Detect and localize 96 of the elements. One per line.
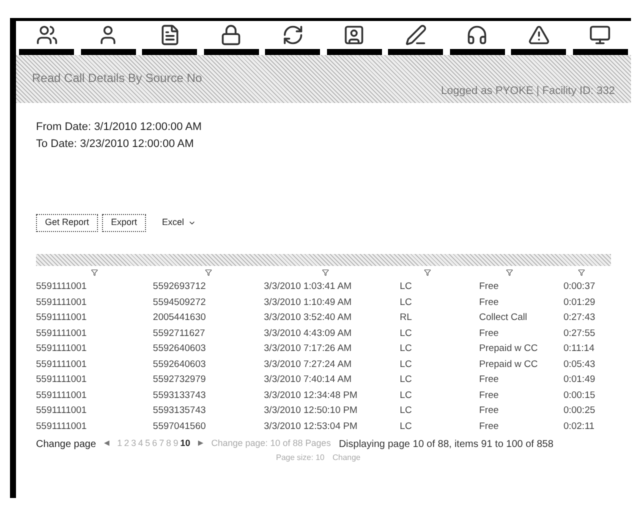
table-cell-text: Free [478,373,500,388]
filter-icon[interactable] [424,269,432,276]
filter-icon[interactable] [578,269,585,276]
table-cell-text: 5591111001 [36,358,88,372]
table-cell-text: 2005441630 [152,311,207,326]
person-card-icon[interactable] [343,24,366,46]
table-cell-text: LC [398,326,413,341]
format-select[interactable]: Excel [162,216,196,230]
table-cell-text: 5591111001 [36,280,88,294]
table-cell-text: Collect Call [478,311,528,326]
page-link[interactable]: 4 [138,437,144,451]
page-link[interactable]: 9 [173,437,178,451]
page-size: Page size: 10 [276,452,324,464]
table-cell-text: Prepaid w CC [478,342,539,356]
pager-label: Change page [36,438,96,452]
page-link[interactable]: 6 [152,437,158,451]
headset-icon[interactable] [466,24,488,46]
people-icon[interactable] [36,24,58,46]
table-cell-text: 3/3/2010 7:17:26 AM [264,342,353,356]
filter-icon[interactable] [322,269,330,276]
page-link[interactable]: 10 [180,437,190,451]
page-link[interactable]: 7 [159,437,164,451]
table-cell-text: 5591111001 [36,296,88,310]
table-cell-text: 5592693712 [152,280,207,294]
action-button[interactable]: Get Report [36,214,98,232]
table-cell-text: 3/3/2010 7:40:14 AM [264,373,353,388]
table-cell-text: 5592640603 [152,342,207,356]
table-cell-text: 5591111001 [36,342,88,356]
filter-icon[interactable] [205,269,212,276]
table-cell-text: 5591111001 [36,373,88,388]
table-cell-text: 3/3/2010 7:27:24 AM [264,358,353,372]
table-cell-text: 3/3/2010 4:43:09 AM [264,326,353,341]
table-cell-text: LC [398,296,413,310]
table-cell-text: Free [478,420,500,434]
from-date: From Date: 3/1/2010 12:00:00 AM [36,120,202,135]
login-info: Logged as PYOKE | Facility ID: 332 [440,84,615,98]
table-cell-text: LC [398,342,413,356]
table-cell-text: 0:01:29 [562,296,596,310]
table-cell-text: 0:02:11 [562,420,596,434]
table-cell-text: 0:05:43 [562,358,596,372]
table-cell-text: 3/3/2010 12:53:04 PM [264,420,358,434]
page-title: Read Call Details By Source No [32,70,202,87]
table-cell-text: 3/3/2010 3:52:40 AM [264,311,353,326]
to-date: To Date: 3/23/2010 12:00:00 AM [36,136,194,152]
table-cell-text: 3/3/2010 1:03:41 AM [264,280,353,294]
warning-icon[interactable] [528,24,550,46]
table-cell-text: 5592640603 [152,358,207,372]
table-cell-text: 5593135743 [152,404,207,418]
table-cell-text: 5591111001 [36,326,88,341]
filter-icon[interactable] [90,269,98,276]
table-cell-text: 5592732979 [152,373,207,388]
table-cell-text: Free [478,388,500,403]
table-cell-text: 0:00:37 [562,280,596,294]
table-cell-text: 5591111001 [36,420,88,434]
table-cell-text: 3/3/2010 12:50:10 PM [264,404,358,418]
page-info: Displaying page 10 of 88, items 91 to 100 of 858 [338,438,554,452]
table-cell-text: LC [398,404,413,418]
page-link[interactable]: 1 [117,437,122,451]
table-cell-text: 0:00:25 [562,404,596,418]
table-cell-text: Free [478,404,500,418]
table-cell-text: Free [478,280,500,294]
page-link[interactable]: 5 [145,437,150,451]
table-cell-text: 5593133743 [152,388,207,403]
table-cell-text: 0:27:43 [562,311,596,326]
table-cell-text: 3/3/2010 12:34:48 PM [264,388,358,403]
page-goto: Change page: 10 of 88 Pages [211,437,331,450]
monitor-icon[interactable] [589,24,612,46]
table-cell-text: 5592711627 [152,326,206,341]
table-cell-text: 5597041560 [152,420,207,434]
page-link[interactable]: 2 [124,437,130,451]
table-cell-text: LC [398,280,413,294]
table-cell-text: LC [398,388,413,403]
table-cell-text: 5591111001 [36,404,88,418]
table-cell-text: Free [478,326,500,341]
padlock-icon[interactable] [220,24,242,46]
table-cell-text: LC [398,358,413,372]
page-link[interactable]: 8 [166,437,172,451]
table-cell-text: RL [398,311,413,326]
table-cell-text: 0:00:15 [562,388,596,403]
filter-icon[interactable] [506,269,513,276]
table-cell-text: 0:27:55 [562,326,596,341]
table-cell-text: 5594509272 [152,296,207,310]
table-cell-text: Prepaid w CC [478,358,539,372]
table-cell-text: 0:01:49 [562,373,596,388]
table-cell-text: 0:11:14 [562,342,596,356]
pen-icon[interactable] [404,24,427,46]
refresh-icon[interactable] [282,24,304,46]
table-cell-text: LC [398,420,413,434]
table-cell-text: LC [398,373,413,388]
action-button[interactable]: Export [102,214,146,232]
table-cell-text: Free [478,296,500,310]
table-cell-text: 5591111001 [36,311,88,326]
page-link[interactable]: 3 [131,437,136,451]
table-cell-text: 3/3/2010 1:10:49 AM [264,296,353,310]
change-link[interactable]: Change [332,452,361,464]
table-cell-text: 5591111001 [36,388,88,403]
